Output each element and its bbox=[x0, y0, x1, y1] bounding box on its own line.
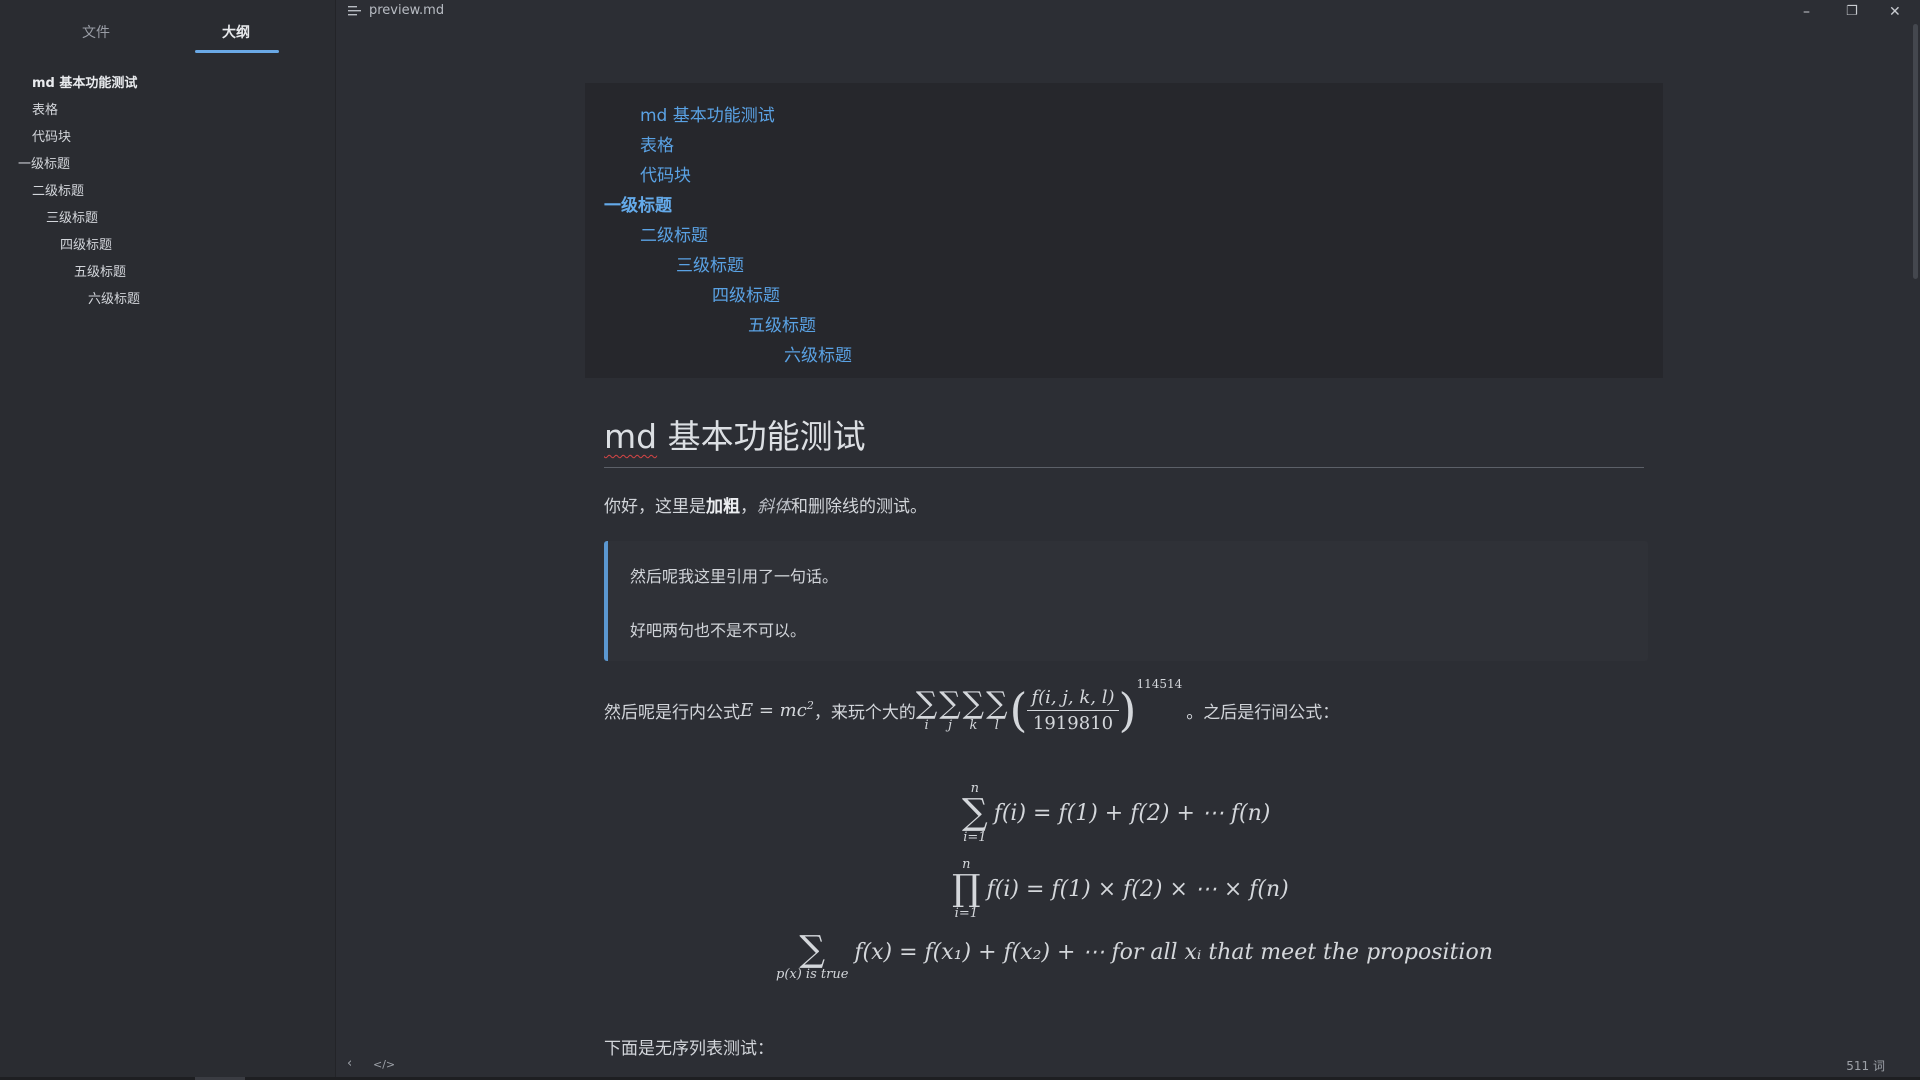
toc-item-codeblock[interactable]: 代码块 bbox=[640, 161, 691, 186]
display-equation-product[interactable]: n ∏ i=1 f(i) = f(1) × f(2) × ⋯ × f(n) bbox=[952, 858, 1289, 920]
inline-fraction: f(i, j, k, l) 1919810 bbox=[1027, 687, 1119, 734]
active-tab-indicator bbox=[195, 50, 279, 53]
eq3-body: f(x) = f(x₁) + f(x₂) + ⋯ for all xᵢ that… bbox=[854, 940, 1493, 965]
toc-item-h1[interactable]: 一级标题 bbox=[604, 191, 672, 216]
toc-item-h5[interactable]: 五级标题 bbox=[748, 311, 816, 336]
toc-item-md-test[interactable]: md 基本功能测试 bbox=[640, 101, 775, 126]
eq1-body: f(i) = f(1) + f(2) + ⋯ f(n) bbox=[993, 800, 1271, 826]
minimize-button[interactable]: – bbox=[1803, 4, 1810, 20]
p2-tail: 。之后是行间公式： bbox=[1186, 702, 1340, 723]
eq2-product-operator: n ∏ i=1 bbox=[952, 857, 981, 921]
toc-item-table[interactable]: 表格 bbox=[640, 131, 674, 156]
document-heading[interactable]: md 基本功能测试 bbox=[604, 410, 866, 458]
heading-text: 基本功能测试 bbox=[657, 417, 866, 456]
paragraph-inline-math[interactable]: 然后呢是行内公式 E = mc2 ，来玩个大的 ∑ i ∑ j ∑ k ∑ l ( f(… bbox=[604, 672, 1339, 748]
p1-tail: 和删除线的测试。 bbox=[791, 497, 927, 517]
editor-scrollbar[interactable] bbox=[1912, 24, 1920, 284]
inline-formula-body: E = mc bbox=[740, 700, 807, 721]
sum-i: ∑ i bbox=[915, 685, 938, 733]
close-button[interactable]: ✕ bbox=[1889, 4, 1901, 20]
power-exponent: 114514 bbox=[1136, 677, 1183, 691]
window-title: preview.md bbox=[369, 3, 445, 18]
fraction-numerator: f(i, j, k, l) bbox=[1027, 687, 1119, 711]
paragraph-formatting[interactable]: 你好，这里是加粗，斜体和删除线的测试。 bbox=[604, 492, 927, 517]
outline-item-h4[interactable]: 四级标题 bbox=[60, 234, 112, 253]
eq2-lower-limit: i=1 bbox=[954, 906, 978, 921]
blockquote[interactable]: 然后呢我这里引用了一句话。 好吧两句也不是不可以。 bbox=[604, 541, 1648, 661]
sum-l: ∑ l bbox=[986, 685, 1008, 733]
outline-item-h6[interactable]: 六级标题 bbox=[88, 288, 140, 307]
outline-item-h5[interactable]: 五级标题 bbox=[74, 261, 126, 280]
table-of-contents: md 基本功能测试 表格 代码块 一级标题 二级标题 三级标题 四级标题 五级标… bbox=[585, 83, 1663, 378]
quote-line-2: 好吧两句也不是不可以。 bbox=[630, 621, 807, 640]
outline-item-codeblock[interactable]: 代码块 bbox=[32, 126, 71, 145]
word-count[interactable]: 511 词 bbox=[1846, 1057, 1885, 1074]
fraction-denominator: 1919810 bbox=[1032, 712, 1114, 734]
p1-lead: 你好，这里是 bbox=[604, 497, 706, 517]
eq3-lower-limit: p(x) is true bbox=[776, 967, 849, 982]
heading-divider bbox=[604, 467, 1644, 468]
outline-item-h3[interactable]: 三级标题 bbox=[46, 207, 98, 226]
big-inline-formula: ∑ i ∑ j ∑ k ∑ l ( f(i, j, k, l) 1919810 ) 11… bbox=[915, 677, 1186, 737]
heading-prefix: md bbox=[604, 417, 658, 456]
display-equation-conditional-sum[interactable]: ∑ p(x) is true f(x) = f(x₁) + f(x₂) + ⋯ … bbox=[776, 929, 1493, 982]
tab-outline[interactable]: 大纲 bbox=[222, 22, 250, 42]
back-button[interactable]: ‹ bbox=[347, 1056, 352, 1071]
display-equation-sum[interactable]: n ∑ i=1 f(i) = f(1) + f(2) + ⋯ f(n) bbox=[962, 782, 1270, 844]
eq2-body: f(i) = f(1) × f(2) × ⋯ × f(n) bbox=[986, 876, 1289, 902]
sum-k: ∑ k bbox=[962, 685, 985, 733]
outline-item-table[interactable]: 表格 bbox=[32, 99, 58, 118]
eq1-lower-limit: i=1 bbox=[963, 830, 987, 845]
toc-item-h6[interactable]: 六级标题 bbox=[784, 341, 852, 366]
outline-item-h1[interactable]: 一级标题 bbox=[18, 153, 70, 172]
eq3-sum-operator: ∑ p(x) is true bbox=[776, 929, 849, 982]
outline-toggle-icon[interactable] bbox=[348, 6, 362, 16]
quote-line-1: 然后呢我这里引用了一句话。 bbox=[630, 567, 839, 586]
left-paren: ( bbox=[1009, 683, 1028, 737]
right-paren: ) bbox=[1118, 683, 1137, 737]
paragraph-list-intro[interactable]: 下面是无序列表测试： bbox=[604, 1034, 774, 1059]
outline-item-md-test[interactable]: md 基本功能测试 bbox=[32, 72, 137, 91]
outline-item-h2[interactable]: 二级标题 bbox=[32, 180, 84, 199]
tab-files[interactable]: 文件 bbox=[82, 22, 110, 42]
source-mode-button[interactable]: </> bbox=[373, 1058, 395, 1071]
eq1-sum-operator: n ∑ i=1 bbox=[962, 781, 988, 845]
p1-italic: 斜体 bbox=[757, 497, 791, 517]
sidebar-tabs: 文件 大纲 bbox=[0, 0, 335, 56]
p2-lead: 然后呢是行内公式 bbox=[604, 702, 740, 723]
p1-sep: ， bbox=[740, 497, 757, 517]
sidebar: 文件 大纲 md 基本功能测试 表格 代码块 一级标题 二级标题 三级标题 四级… bbox=[0, 0, 336, 1080]
p2-mid: ，来玩个大的 bbox=[813, 702, 916, 723]
toc-item-h4[interactable]: 四级标题 bbox=[712, 281, 780, 306]
scrollbar-thumb[interactable] bbox=[1913, 24, 1918, 279]
restore-button[interactable]: ❐ bbox=[1846, 4, 1858, 19]
sum-j: ∑ j bbox=[939, 685, 961, 733]
inline-formula-exponent: 2 bbox=[806, 699, 814, 712]
p1-bold: 加粗 bbox=[706, 497, 740, 517]
toc-item-h3[interactable]: 三级标题 bbox=[676, 251, 744, 276]
toc-item-h2[interactable]: 二级标题 bbox=[640, 221, 708, 246]
inline-formula: E = mc2 bbox=[740, 699, 814, 721]
